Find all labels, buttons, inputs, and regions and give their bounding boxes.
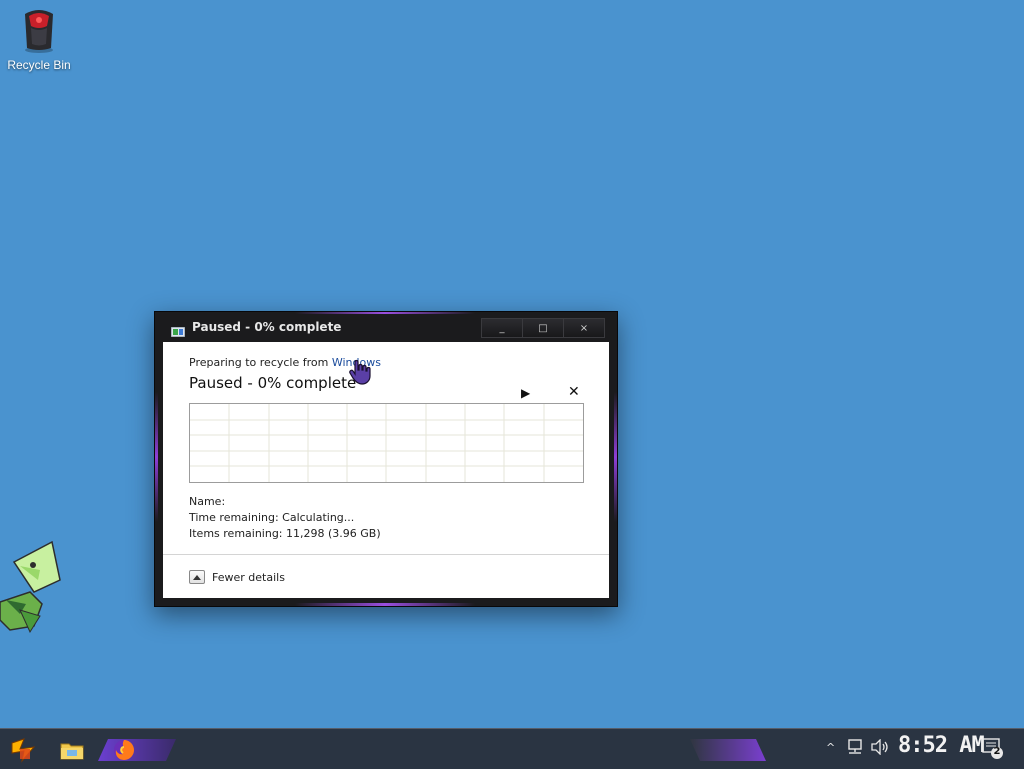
resume-button[interactable]: ▶ (521, 386, 530, 400)
dialog-title: Paused - 0% complete (192, 320, 342, 334)
delete-progress-dialog: Paused - 0% complete _ □ × Preparing to … (154, 311, 618, 607)
recycle-dialog-icon (170, 322, 186, 338)
close-button[interactable]: × (563, 318, 605, 338)
tray-overflow-chevron[interactable]: ^ (826, 741, 835, 754)
accent-glow-left (155, 392, 158, 522)
preparing-line: Preparing to recycle from Windows (189, 356, 381, 369)
recycle-bin-icon (19, 6, 59, 54)
fewer-details-label[interactable]: Fewer details (212, 571, 285, 584)
dialog-content: Preparing to recycle from Windows Paused… (163, 342, 609, 598)
desktop-mascot-image (0, 540, 70, 635)
status-heading: Paused - 0% complete (189, 374, 357, 392)
desktop-icon-recycle-bin[interactable]: Recycle Bin (6, 6, 72, 72)
network-icon[interactable] (846, 739, 864, 759)
fewer-details-toggle[interactable]: Fewer details (189, 570, 285, 584)
name-label: Name: (189, 495, 226, 508)
volume-icon[interactable] (870, 738, 890, 759)
firefox-button[interactable] (108, 735, 140, 765)
cancel-button[interactable]: ✕ (568, 384, 580, 400)
file-explorer-button[interactable] (56, 735, 88, 765)
minimize-button[interactable]: _ (481, 318, 523, 338)
items-remaining: Items remaining: 11,298 (3.96 GB) (189, 527, 381, 540)
start-icon (11, 738, 36, 763)
chevron-up-icon[interactable] (189, 570, 205, 584)
accent-glow-bottom (295, 603, 475, 606)
dialog-titlebar[interactable]: Paused - 0% complete _ □ × (155, 312, 617, 342)
folder-icon (60, 743, 84, 760)
notification-center-icon[interactable]: 2 (982, 737, 1004, 759)
window-controls: _ □ × (481, 318, 605, 338)
taskbar-clock[interactable]: 8:52 AM (898, 733, 985, 758)
start-button[interactable] (8, 735, 40, 765)
maximize-button[interactable]: □ (522, 318, 564, 338)
taskbar: ^ 8:52 AM 2 (0, 728, 1024, 769)
source-link[interactable]: Windows (332, 356, 381, 369)
preparing-text: Preparing to recycle from (189, 356, 329, 369)
taskbar-accent-right (690, 739, 766, 761)
desktop-icon-label: Recycle Bin (7, 58, 71, 72)
progress-graph (189, 403, 584, 483)
time-remaining: Time remaining: Calculating... (189, 511, 355, 524)
accent-glow-right (614, 392, 617, 522)
firefox-icon (114, 740, 134, 760)
footer-divider (163, 554, 609, 555)
notification-count-badge: 2 (993, 746, 1001, 757)
